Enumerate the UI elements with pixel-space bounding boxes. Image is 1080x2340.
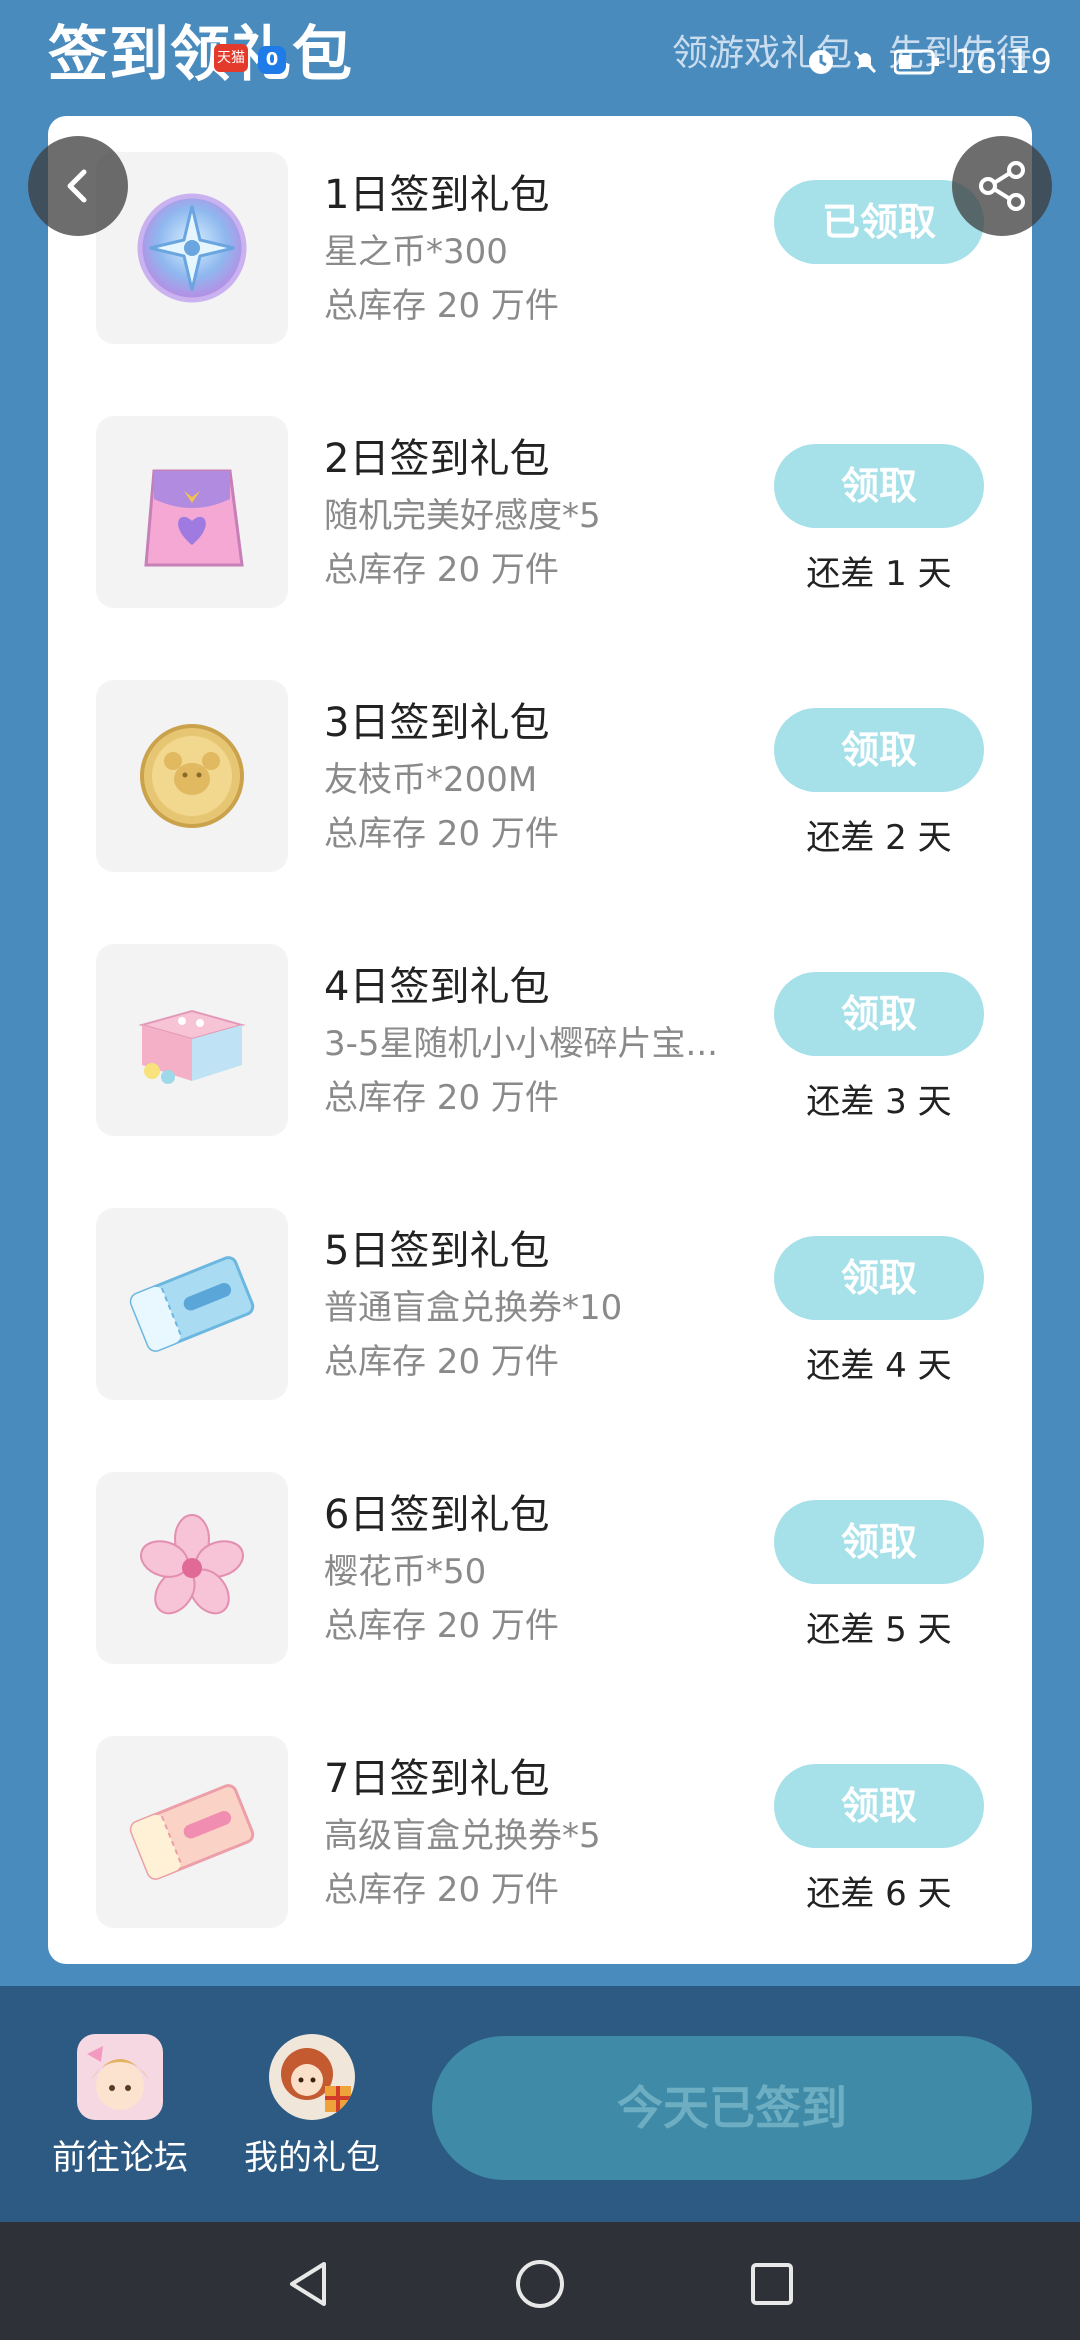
battery-icon: [894, 47, 940, 77]
forum-link[interactable]: 前往论坛: [40, 2034, 200, 2179]
triangle-back-icon: [290, 2262, 326, 2306]
gift-thumbnail: [96, 416, 288, 608]
tmall-logo-icon: 天猫: [214, 44, 248, 72]
gift-row-day-7: 7日签到礼包 高级盲盒兑换券*5 总库存 20 万件 领取 还差 6 天: [48, 1700, 1032, 1964]
gift-item: 友枝币*200M: [324, 760, 538, 800]
claim-button[interactable]: 领取: [774, 1500, 984, 1584]
days-remaining: 还差 3 天: [806, 1082, 952, 1122]
days-remaining: 还差 1 天: [806, 554, 952, 594]
gift-title: 6日签到礼包: [324, 1492, 550, 1538]
share-icon: [979, 161, 1025, 211]
gift-row-day-4: 4日签到礼包 3-5星随机小小樱碎片宝... 总库存 20 万件 领取 还差 3…: [48, 908, 1032, 1172]
gift-bag-icon: [144, 469, 244, 567]
system-nav-bar: [0, 2222, 1080, 2340]
my-gifts-link[interactable]: 我的礼包: [232, 2034, 392, 2179]
claim-button[interactable]: 领取: [774, 1236, 984, 1320]
gift-title: 3日签到礼包: [324, 700, 550, 746]
gift-row-day-1: 1日签到礼包 星之币*300 总库存 20 万件 已领取: [48, 116, 1032, 380]
nav-home-button[interactable]: [510, 2254, 570, 2314]
nav-back-button[interactable]: [278, 2254, 338, 2314]
gift-item: 樱花币*50: [324, 1552, 487, 1592]
my-gifts-label: 我的礼包: [244, 2138, 380, 2178]
star-coin-icon: [137, 193, 247, 303]
forum-label: 前往论坛: [52, 2138, 188, 2178]
gift-row-day-3: 3日签到礼包 友枝币*200M 总库存 20 万件 领取 还差 2 天: [48, 644, 1032, 908]
gift-stock: 总库存 20 万件: [324, 1606, 559, 1646]
claim-button[interactable]: 领取: [774, 972, 984, 1056]
days-remaining: 还差 5 天: [806, 1610, 952, 1650]
gift-stock: 总库存 20 万件: [324, 1342, 559, 1382]
gift-item: 随机完美好感度*5: [324, 496, 601, 536]
square-recent-icon: [751, 2263, 793, 2305]
pink-ticket-icon: [129, 1784, 255, 1880]
gift-stock: 总库存 20 万件: [324, 550, 559, 590]
gift-stock: 总库存 20 万件: [324, 286, 559, 326]
blue-ticket-icon: [129, 1256, 255, 1352]
days-remaining: 还差 2 天: [806, 818, 952, 858]
gift-item: 3-5星随机小小樱碎片宝...: [324, 1024, 718, 1064]
mute-icon: [850, 47, 880, 77]
page-title: 签到领礼包: [48, 20, 353, 90]
nav-recent-button[interactable]: [742, 2254, 802, 2314]
chevron-left-icon: [67, 169, 87, 203]
gift-row-day-2: 2日签到礼包 随机完美好感度*5 总库存 20 万件 领取 还差 1 天: [48, 380, 1032, 644]
gift-thumbnail: [96, 680, 288, 872]
gift-title: 5日签到礼包: [324, 1228, 550, 1274]
gift-item: 高级盲盒兑换券*5: [324, 1816, 601, 1856]
forum-avatar-icon: [77, 2034, 163, 2120]
gift-row-day-6: 6日签到礼包 樱花币*50 总库存 20 万件 领取 还差 5 天: [48, 1436, 1032, 1700]
sakura-icon: [139, 1514, 245, 1615]
gift-thumbnail: [96, 1208, 288, 1400]
back-button[interactable]: [28, 136, 128, 236]
app-badge-icon: 0: [258, 46, 286, 74]
signed-in-today-button[interactable]: 今天已签到: [432, 2036, 1032, 2180]
gift-title: 4日签到礼包: [324, 964, 550, 1010]
gold-coin-icon: [140, 724, 244, 828]
gift-thumbnail: [96, 1472, 288, 1664]
status-time: 16:19: [954, 42, 1052, 82]
bottom-action-bar: 前往论坛 我的礼包 今天已签到: [0, 1986, 1080, 2222]
my-gifts-avatar-icon: [269, 2034, 355, 2120]
claim-button[interactable]: 领取: [774, 1764, 984, 1848]
circle-home-icon: [516, 2260, 564, 2308]
days-remaining: 还差 6 天: [806, 1874, 952, 1914]
claim-button[interactable]: 领取: [774, 708, 984, 792]
gift-title: 2日签到礼包: [324, 436, 550, 482]
header-bar: 签到领礼包 天猫 0 领游戏礼包，先到先得 16:19: [0, 0, 1080, 110]
gift-thumbnail: [96, 944, 288, 1136]
gift-stock: 总库存 20 万件: [324, 1870, 559, 1910]
gift-item: 星之币*300: [324, 232, 508, 272]
claim-button[interactable]: 领取: [774, 444, 984, 528]
days-remaining: 还差 4 天: [806, 1346, 952, 1386]
gift-title: 7日签到礼包: [324, 1756, 550, 1802]
gift-title: 1日签到礼包: [324, 172, 550, 218]
gift-thumbnail: [96, 1736, 288, 1928]
share-button[interactable]: [952, 136, 1052, 236]
gift-row-day-5: 5日签到礼包 普通盲盒兑换券*10 总库存 20 万件 领取 还差 4 天: [48, 1172, 1032, 1436]
gift-item: 普通盲盒兑换券*10: [324, 1288, 623, 1328]
status-bar: 16:19: [806, 42, 1052, 82]
treasure-box-icon: [138, 1009, 246, 1084]
gift-list-card: 1日签到礼包 星之币*300 总库存 20 万件 已领取 2日签到礼包 随机完美…: [48, 116, 1032, 1964]
gift-stock: 总库存 20 万件: [324, 1078, 559, 1118]
clock-icon: [806, 47, 836, 77]
gift-stock: 总库存 20 万件: [324, 814, 559, 854]
